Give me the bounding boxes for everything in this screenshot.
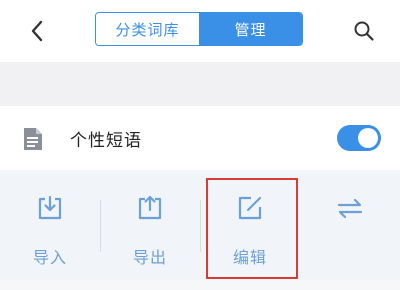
document-icon <box>24 128 42 150</box>
segmented-tabs: 分类词库 管理 <box>95 12 303 46</box>
import-button[interactable]: 导入 <box>10 170 90 290</box>
tab-category-lexicon[interactable]: 分类词库 <box>96 13 199 45</box>
sync-button[interactable] <box>310 170 390 290</box>
tab-label: 分类词库 <box>115 20 180 39</box>
divider <box>200 200 201 252</box>
export-label: 导出 <box>132 248 167 267</box>
export-icon <box>138 195 162 220</box>
action-bar: 导入 导出 编辑 <box>0 170 400 290</box>
personal-phrase-toggle[interactable] <box>337 125 381 151</box>
import-icon <box>38 195 62 220</box>
chevron-left-icon <box>31 20 43 42</box>
setting-label: 个性短语 <box>70 131 142 151</box>
tab-label: 管理 <box>234 20 267 39</box>
personal-phrase-row: 个性短语 <box>0 106 400 170</box>
edit-label: 编辑 <box>232 248 267 267</box>
import-label: 导入 <box>32 248 67 267</box>
edit-button[interactable]: 编辑 <box>210 170 290 290</box>
back-button[interactable] <box>22 16 52 46</box>
top-bar: 分类词库 管理 <box>0 0 400 62</box>
tab-manage[interactable]: 管理 <box>199 13 302 45</box>
divider <box>100 200 101 252</box>
export-button[interactable]: 导出 <box>110 170 190 290</box>
section-spacer <box>0 62 400 106</box>
edit-icon <box>238 196 262 220</box>
search-button[interactable] <box>349 16 379 46</box>
toggle-knob <box>358 128 378 148</box>
search-icon <box>354 21 374 41</box>
bottom-edge <box>0 280 400 290</box>
sync-icon <box>337 198 363 219</box>
